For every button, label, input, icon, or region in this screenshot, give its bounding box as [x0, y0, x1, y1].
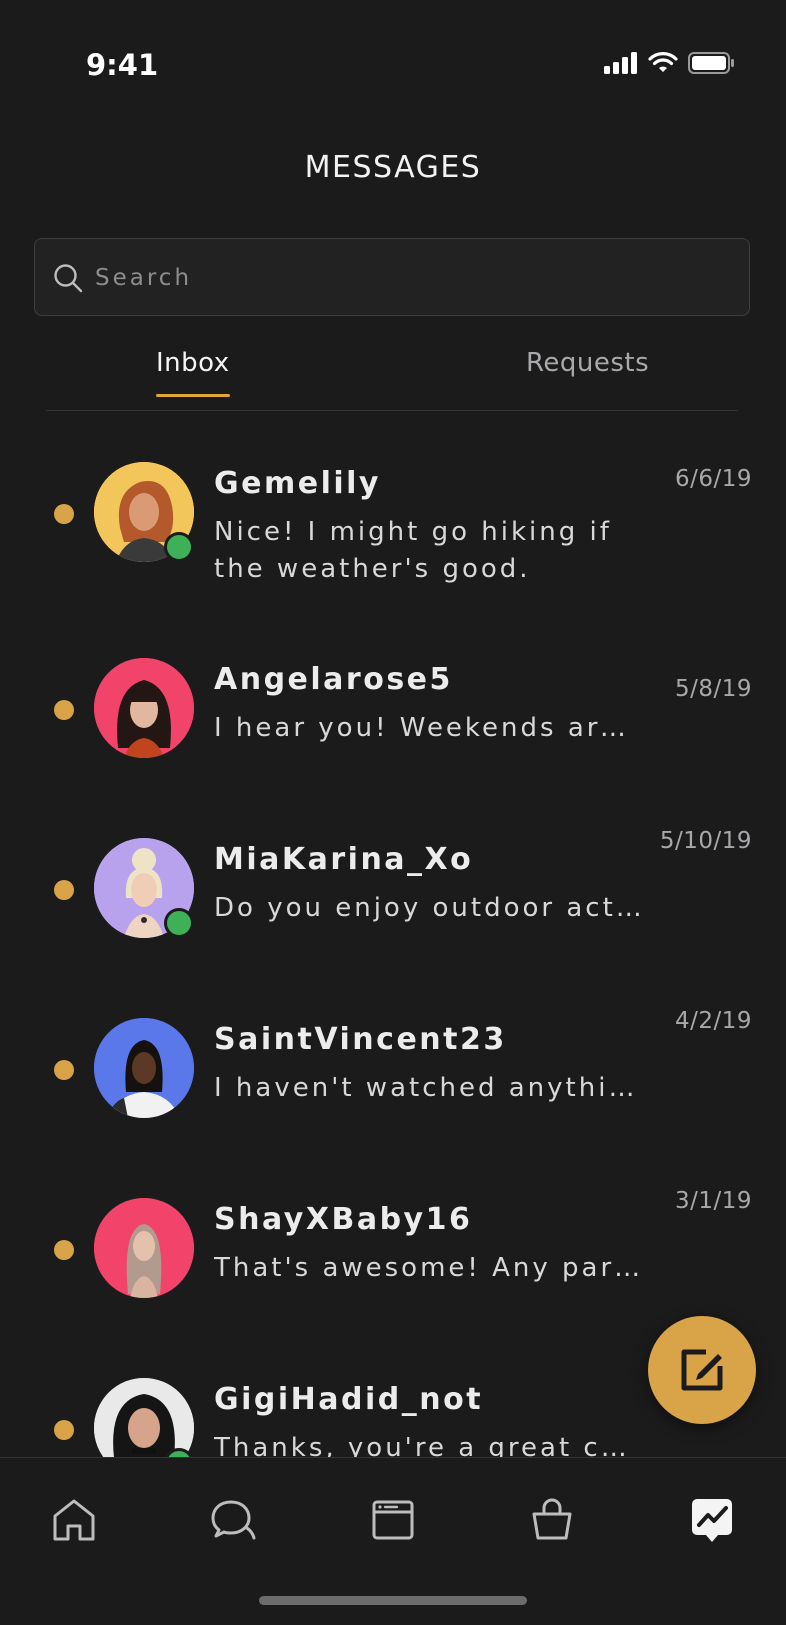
conversation-preview: I hear you! Weekends are…	[214, 713, 644, 743]
compose-message-button[interactable]	[648, 1316, 756, 1424]
messages-icon	[692, 1499, 732, 1542]
nav-home[interactable]	[48, 1494, 100, 1546]
home-indicator	[259, 1596, 527, 1605]
unread-dot	[54, 504, 74, 524]
avatar[interactable]	[94, 1378, 194, 1458]
tab-inbox-label: Inbox	[156, 348, 230, 378]
conversation-row[interactable]: SaintVincent23 I haven't watched anythin…	[0, 1008, 786, 1188]
chat-icon	[211, 1500, 256, 1540]
conversation-name: GigiHadid_not	[214, 1382, 484, 1417]
unread-dot	[54, 1060, 74, 1080]
status-time: 9:41	[86, 48, 159, 82]
compose-icon	[681, 1349, 723, 1391]
unread-dot	[54, 1240, 74, 1260]
conversation-name: ShayXBaby16	[214, 1202, 473, 1237]
conversation-name: Angelarose5	[214, 662, 453, 697]
online-status-indicator	[164, 908, 194, 938]
conversation-preview: Do you enjoy outdoor act…	[214, 893, 644, 923]
page-title: MESSAGES	[304, 150, 482, 185]
search-box[interactable]	[34, 238, 750, 317]
nav-shop[interactable]	[526, 1494, 578, 1546]
avatar-image	[94, 1378, 194, 1458]
wifi-icon	[648, 52, 678, 72]
signal-icon	[604, 52, 637, 74]
conversation-row[interactable]: MiaKarina_Xo Do you enjoy outdoor act… 5…	[0, 828, 786, 1008]
avatar-image	[94, 1018, 194, 1118]
conversation-preview: That's awesome! Any par…	[214, 1253, 644, 1283]
conversation-preview: Nice! I might go hiking if the weather's…	[214, 517, 612, 584]
unread-dot	[54, 880, 74, 900]
avatar-image	[94, 658, 194, 758]
tab-requests[interactable]: Requests	[526, 348, 649, 378]
conversation-date: 3/1/19	[674, 1188, 752, 1214]
home-icon	[53, 1499, 95, 1541]
shop-bag-icon	[532, 1498, 572, 1540]
conversation-name: MiaKarina_Xo	[214, 842, 474, 877]
conversation-preview: I haven't watched anythin…	[214, 1073, 644, 1103]
conversation-date: 5/10/19	[659, 828, 752, 854]
status-icons	[604, 52, 734, 74]
search-icon	[54, 264, 83, 293]
conversation-date: 5/8/19	[674, 676, 752, 702]
conversation-row[interactable]: Gemelily Nice! I might go hiking if the …	[0, 452, 786, 632]
nav-chat[interactable]	[207, 1494, 259, 1546]
conversation-row[interactable]: Angelarose5 I hear you! Weekends are… 5/…	[0, 648, 786, 828]
avatar[interactable]	[94, 1198, 194, 1298]
conversation-date: 6/6/19	[674, 466, 752, 492]
avatar[interactable]	[94, 1018, 194, 1118]
search-input[interactable]	[93, 239, 737, 317]
status-bar: 9:41	[0, 0, 786, 120]
conversation-date: 4/2/19	[674, 1008, 752, 1034]
avatar[interactable]	[94, 658, 194, 758]
nav-feed[interactable]	[367, 1494, 419, 1546]
feed-icon	[372, 1500, 414, 1540]
conversation-name: Gemelily	[214, 466, 381, 501]
conversation-preview: Thanks, you're a great ch…	[214, 1433, 644, 1458]
unread-dot	[54, 700, 74, 720]
nav-messages[interactable]	[686, 1494, 738, 1546]
tab-bar: Inbox Requests	[46, 336, 738, 411]
avatar-image	[94, 1198, 194, 1298]
conversation-list: Gemelily Nice! I might go hiking if the …	[0, 412, 786, 1458]
online-status-indicator	[164, 532, 194, 562]
unread-dot	[54, 1420, 74, 1440]
conversation-name: SaintVincent23	[214, 1022, 507, 1057]
tab-inbox[interactable]: Inbox	[156, 348, 230, 397]
tab-requests-label: Requests	[526, 348, 650, 378]
battery-icon	[688, 52, 734, 74]
active-tab-indicator	[156, 394, 230, 397]
